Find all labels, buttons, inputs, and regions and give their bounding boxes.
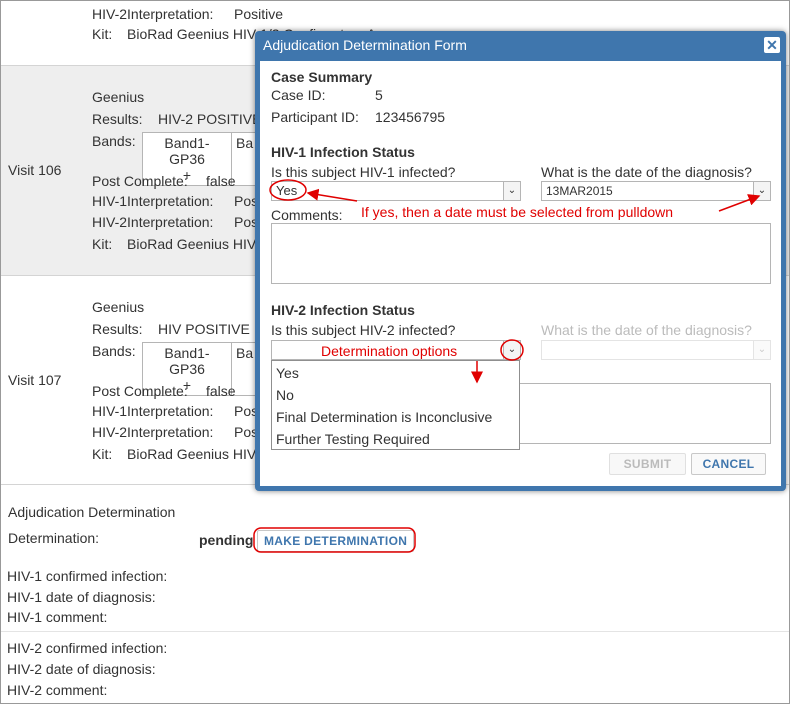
hiv2-interpretation-label: HIV-2Interpretation: bbox=[92, 424, 214, 440]
hiv1-comment-label: HIV-1 comment: bbox=[7, 609, 108, 625]
determination-label: Determination: bbox=[8, 530, 100, 546]
close-icon[interactable]: ✕ bbox=[764, 37, 780, 53]
chevron-down-icon[interactable]: ⌄ bbox=[503, 182, 520, 200]
hiv1-confirmed-label: HIV-1 confirmed infection: bbox=[7, 568, 168, 584]
kit-label: Kit: bbox=[92, 446, 113, 462]
comments-label: Comments: bbox=[271, 207, 343, 223]
chevron-down-icon: ⌄ bbox=[753, 341, 770, 359]
hiv1-interpretation-label: HIV-1Interpretation: bbox=[92, 403, 214, 419]
results-value: HIV-2 POSITIVE bbox=[158, 111, 262, 127]
case-summary-heading: Case Summary bbox=[271, 69, 373, 85]
hiv1-date-value: 13MAR2015 bbox=[546, 184, 613, 198]
case-id-value: 5 bbox=[375, 87, 383, 103]
chevron-down-icon[interactable]: ⌄ bbox=[753, 182, 770, 200]
post-complete-label: Post Complete: bbox=[92, 173, 188, 189]
dropdown-option-no[interactable]: No bbox=[276, 387, 294, 403]
hiv2-question-label: Is this subject HIV-2 infected? bbox=[271, 322, 456, 338]
hiv2-date-label: HIV-2 date of diagnosis: bbox=[7, 661, 156, 677]
dropdown-option-inconclusive[interactable]: Final Determination is Inconclusive bbox=[276, 409, 492, 425]
determination-value: pending bbox=[199, 532, 254, 548]
hiv2-interpretation-value: Positive bbox=[234, 6, 284, 22]
hiv1-date-select[interactable]: 13MAR2015 ⌄ bbox=[541, 181, 771, 201]
hiv2-date-question: What is the date of the diagnosis? bbox=[541, 322, 752, 338]
hiv2-interpretation-label: HIV-2Interpretation: bbox=[92, 214, 214, 230]
hiv2-comment-label: HIV-2 comment: bbox=[7, 682, 108, 698]
options-note-annotation: Determination options bbox=[321, 343, 458, 359]
hiv2-confirmed-label: HIV-2 confirmed infection: bbox=[7, 640, 168, 656]
hiv1-status-heading: HIV-1 Infection Status bbox=[271, 144, 415, 160]
hiv2-date-select: ⌄ bbox=[541, 340, 771, 360]
post-complete-value: false bbox=[206, 173, 236, 189]
dropdown-option-yes[interactable]: Yes bbox=[276, 365, 299, 381]
results-label: Results: bbox=[92, 321, 143, 337]
bands-label: Bands: bbox=[92, 133, 136, 149]
make-determination-button[interactable]: MAKE DETERMINATION bbox=[257, 530, 415, 552]
hiv1-question-label: Is this subject HIV-1 infected? bbox=[271, 164, 456, 180]
assay-name: Geenius bbox=[92, 89, 145, 105]
hiv1-comments-textarea[interactable] bbox=[271, 223, 771, 284]
hiv1-selected-value: Yes bbox=[276, 183, 298, 198]
results-value: HIV POSITIVE bbox=[158, 321, 250, 337]
adjudication-section: Adjudication Determination Determination… bbox=[1, 485, 789, 703]
submit-button[interactable]: SUBMIT bbox=[609, 453, 686, 475]
modal-title: Adjudication Determination Form bbox=[263, 37, 467, 53]
visit-name: Visit 107 bbox=[8, 372, 62, 388]
hiv1-interpretation-label: HIV-1Interpretation: bbox=[92, 193, 214, 209]
hiv1-date-label: HIV-1 date of diagnosis: bbox=[7, 589, 156, 605]
cancel-button[interactable]: CANCEL bbox=[691, 453, 766, 475]
visit-name: Visit 106 bbox=[8, 162, 62, 178]
participant-id-value: 123456795 bbox=[375, 109, 446, 125]
assay-name: Geenius bbox=[92, 299, 145, 315]
kit-label: Kit: bbox=[92, 26, 113, 42]
kit-value: BioRad Geenius HIV bbox=[127, 236, 257, 252]
hiv1-infected-select[interactable]: Yes ⌄ bbox=[271, 181, 521, 201]
kit-label: Kit: bbox=[92, 236, 113, 252]
page-frame: HIV-2Interpretation: Positive Kit: BioRa… bbox=[0, 0, 790, 704]
post-complete-value: false bbox=[206, 383, 236, 399]
hiv2-interpretation-label: HIV-2Interpretation: bbox=[92, 6, 214, 22]
kit-value: BioRad Geenius HIV bbox=[127, 446, 257, 462]
case-id-label: Case ID: bbox=[271, 87, 326, 103]
date-note-annotation: If yes, then a date must be selected fro… bbox=[361, 204, 674, 220]
post-complete-label: Post Complete: bbox=[92, 383, 188, 399]
dropdown-option-further-testing[interactable]: Further Testing Required bbox=[276, 431, 430, 447]
adjudication-title: Adjudication Determination bbox=[8, 504, 176, 520]
hiv1-date-question: What is the date of the diagnosis? bbox=[541, 164, 752, 180]
results-label: Results: bbox=[92, 111, 143, 127]
chevron-down-icon[interactable]: ⌄ bbox=[503, 341, 520, 359]
bands-label: Bands: bbox=[92, 343, 136, 359]
hiv2-status-heading: HIV-2 Infection Status bbox=[271, 302, 415, 318]
participant-id-label: Participant ID: bbox=[271, 109, 359, 125]
hiv2-options-dropdown: Yes No Final Determination is Inconclusi… bbox=[271, 360, 520, 450]
